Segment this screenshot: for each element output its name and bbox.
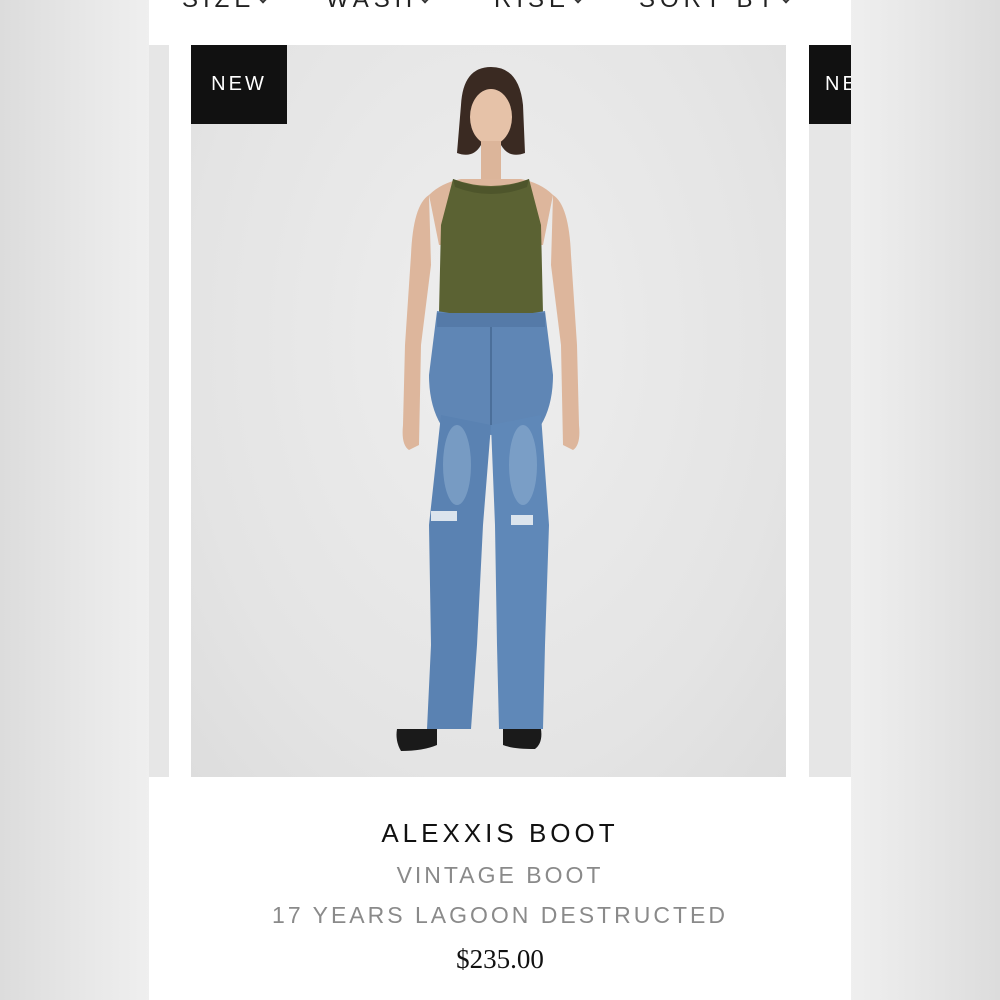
chevron-down-icon — [416, 0, 434, 4]
filter-size-label: SIZE — [182, 0, 255, 14]
new-badge: NEW — [191, 45, 287, 124]
filter-sort-by[interactable]: SORT BY — [639, 0, 795, 14]
next-product-card[interactable] — [809, 45, 851, 777]
filter-rise[interactable]: RISE — [494, 0, 587, 14]
filter-bar: SIZE WASH RISE SORT BY — [149, 0, 851, 26]
product-wash: 17 YEARS LAGOON DESTRUCTED — [272, 902, 728, 928]
product-fit: VINTAGE BOOT — [396, 862, 604, 888]
background-blur-right — [850, 0, 1000, 1000]
chevron-down-icon — [254, 0, 272, 4]
product-price: $235.00 — [456, 944, 544, 974]
chevron-down-icon — [777, 0, 795, 4]
product-image[interactable] — [191, 45, 786, 777]
background-blur-left — [0, 0, 150, 1000]
product-listing-screen: SIZE WASH RISE SORT BY — [149, 0, 851, 1000]
next-new-badge: NE — [809, 45, 851, 124]
chevron-down-icon — [569, 0, 587, 4]
product-name[interactable]: ALEXXIS BOOT — [149, 818, 851, 849]
filter-sort-by-label: SORT BY — [639, 0, 778, 14]
filter-size[interactable]: SIZE — [182, 0, 272, 14]
model-photo — [396, 67, 580, 751]
previous-product-card[interactable] — [149, 45, 169, 777]
filter-rise-label: RISE — [494, 0, 570, 14]
filter-wash[interactable]: WASH — [326, 0, 434, 14]
filter-wash-label: WASH — [326, 0, 417, 14]
